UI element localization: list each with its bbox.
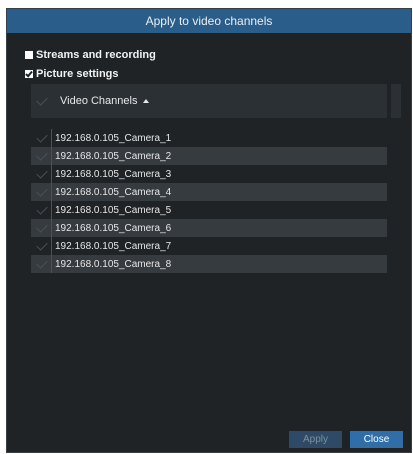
row-check-icon[interactable] xyxy=(36,130,48,143)
row-check-icon[interactable] xyxy=(36,256,48,269)
table-row[interactable]: 192.168.0.105_Camera_7 xyxy=(31,237,387,255)
channel-name: 192.168.0.105_Camera_8 xyxy=(55,258,172,270)
row-divider xyxy=(51,255,52,273)
table-row[interactable]: 192.168.0.105_Camera_6 xyxy=(31,219,387,237)
table-row[interactable]: 192.168.0.105_Camera_5 xyxy=(31,201,387,219)
channel-name: 192.168.0.105_Camera_2 xyxy=(55,150,172,162)
checkbox-unchecked-icon[interactable] xyxy=(25,51,33,59)
row-check-cell[interactable] xyxy=(31,130,53,143)
row-check-icon[interactable] xyxy=(36,202,48,215)
row-check-cell[interactable] xyxy=(31,220,53,233)
row-check-icon[interactable] xyxy=(36,148,48,161)
row-divider xyxy=(51,165,52,183)
row-check-cell[interactable] xyxy=(31,202,53,215)
column-header-label: Video Channels xyxy=(60,95,138,107)
checkbox-checked-icon[interactable] xyxy=(25,70,33,78)
channel-list: 192.168.0.105_Camera_1 192.168.0.105_Cam… xyxy=(31,129,387,273)
select-all-cell[interactable] xyxy=(31,93,53,106)
streams-and-recording-checkbox[interactable]: Streams and recording xyxy=(25,49,156,61)
video-channels-table: Video Channels 192.168.0.105_Camera_1 19… xyxy=(31,84,401,344)
row-check-icon[interactable] xyxy=(36,166,48,179)
row-divider xyxy=(51,147,52,165)
row-check-cell[interactable] xyxy=(31,148,53,161)
row-check-cell[interactable] xyxy=(31,166,53,179)
row-check-icon[interactable] xyxy=(36,220,48,233)
picture-settings-checkbox[interactable]: Picture settings xyxy=(25,68,119,80)
channel-name: 192.168.0.105_Camera_4 xyxy=(55,186,172,198)
table-row[interactable]: 192.168.0.105_Camera_8 xyxy=(31,255,387,273)
channel-name: 192.168.0.105_Camera_3 xyxy=(55,168,172,180)
row-check-icon[interactable] xyxy=(36,238,48,251)
dialog-footer: Apply Close xyxy=(289,431,403,448)
close-button[interactable]: Close xyxy=(350,431,403,448)
dialog-title: Apply to video channels xyxy=(7,9,411,33)
row-divider xyxy=(51,237,52,255)
picture-settings-label: Picture settings xyxy=(36,68,119,80)
select-all-check-icon[interactable] xyxy=(36,93,48,106)
table-row[interactable]: 192.168.0.105_Camera_4 xyxy=(31,183,387,201)
table-header[interactable]: Video Channels xyxy=(31,84,401,118)
row-divider xyxy=(51,183,52,201)
row-check-cell[interactable] xyxy=(31,256,53,269)
row-check-cell[interactable] xyxy=(31,238,53,251)
sort-ascending-icon[interactable] xyxy=(143,98,150,103)
channel-name: 192.168.0.105_Camera_1 xyxy=(55,132,172,144)
row-check-icon[interactable] xyxy=(36,184,48,197)
row-divider xyxy=(51,219,52,237)
table-row[interactable]: 192.168.0.105_Camera_3 xyxy=(31,165,387,183)
channel-name: 192.168.0.105_Camera_6 xyxy=(55,222,172,234)
streams-and-recording-label: Streams and recording xyxy=(36,49,156,61)
row-divider xyxy=(51,129,52,147)
row-check-cell[interactable] xyxy=(31,184,53,197)
scrollbar-corner xyxy=(391,84,401,118)
channel-name: 192.168.0.105_Camera_5 xyxy=(55,204,172,216)
table-row[interactable]: 192.168.0.105_Camera_2 xyxy=(31,147,387,165)
channel-name: 192.168.0.105_Camera_7 xyxy=(55,240,172,252)
table-row[interactable]: 192.168.0.105_Camera_1 xyxy=(31,129,387,147)
row-divider xyxy=(51,201,52,219)
apply-dialog: Apply to video channels Streams and reco… xyxy=(6,8,412,453)
video-channels-column-header[interactable]: Video Channels xyxy=(60,95,150,107)
apply-button[interactable]: Apply xyxy=(289,431,342,448)
